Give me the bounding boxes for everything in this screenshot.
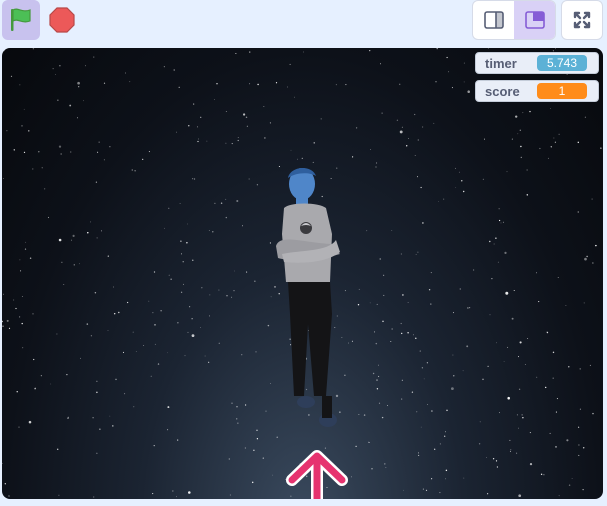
- monitor-value: 5.743: [537, 55, 587, 71]
- stop-button[interactable]: [44, 0, 80, 40]
- green-flag-button[interactable]: [2, 0, 40, 40]
- fullscreen-button[interactable]: [561, 0, 603, 40]
- small-stage-button[interactable]: [473, 1, 514, 39]
- normal-stage-button[interactable]: [514, 1, 555, 39]
- stage[interactable]: [2, 48, 603, 499]
- monitor-value: 1: [537, 83, 587, 99]
- variable-monitor-score[interactable]: score 1: [475, 80, 599, 102]
- green-flag-icon: [11, 8, 31, 31]
- monitor-label: timer: [485, 55, 517, 71]
- up-arrow-icon: [288, 452, 346, 499]
- fullscreen-icon: [573, 11, 591, 29]
- stop-sign-icon: [49, 7, 75, 33]
- variable-monitor-timer[interactable]: timer 5.743: [475, 52, 599, 74]
- small-stage-layout-icon: [483, 11, 504, 29]
- monitor-label: score: [485, 83, 520, 99]
- person-sprite[interactable]: [270, 164, 350, 434]
- up-arrow-sprite[interactable]: [286, 448, 348, 499]
- normal-stage-layout-icon: [524, 11, 545, 29]
- stage-layout-toggle: [472, 0, 556, 40]
